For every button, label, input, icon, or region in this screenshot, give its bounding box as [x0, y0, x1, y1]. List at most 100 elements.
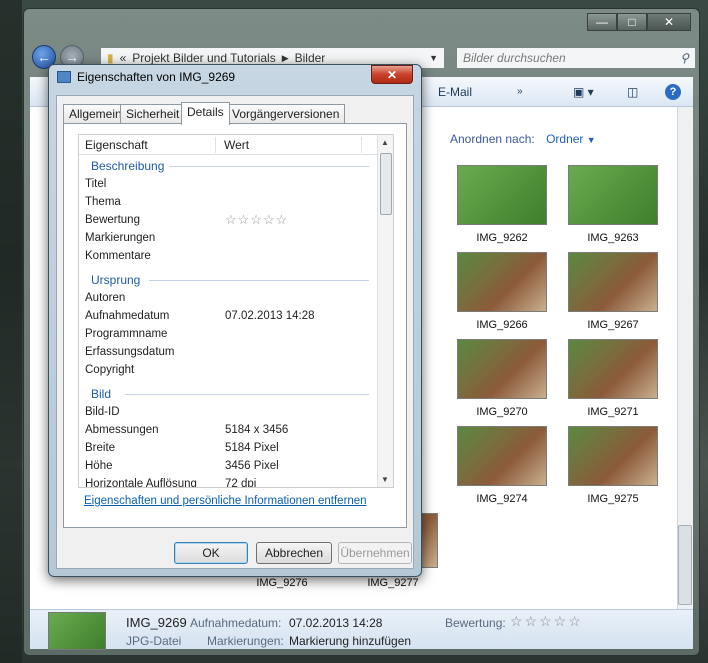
search-icon: ⚲	[680, 51, 689, 65]
thumbnail-label: IMG_9267	[587, 319, 639, 331]
arrange-dropdown[interactable]: Ordner	[546, 132, 583, 146]
tab-sicherheit[interactable]: Sicherheit	[120, 104, 186, 124]
thumbnail-label: IMG_9275	[587, 493, 639, 505]
property-key: Copyright	[85, 364, 135, 376]
window-caption-buttons: — □ ✕	[587, 13, 691, 31]
tab-allgemein[interactable]: Allgemein	[63, 104, 128, 124]
property-key: Horizontale Auflösung	[85, 478, 197, 488]
search-placeholder: Bilder durchsuchen	[463, 51, 566, 65]
column-separator[interactable]	[361, 137, 362, 153]
tab-vorgaengerversionen[interactable]: Vorgängerversionen	[226, 104, 346, 124]
property-key: Autoren	[85, 292, 126, 304]
property-value[interactable]: 72 dpi	[225, 478, 256, 487]
address-dropdown-icon[interactable]: ▼	[429, 53, 438, 63]
toolbar-more-icon[interactable]: »	[517, 86, 523, 97]
details-date-value[interactable]: 07.02.2013 14:28	[289, 616, 382, 630]
group-divider	[125, 394, 369, 395]
background-tree	[0, 0, 22, 663]
list-header: Eigenschaft Wert	[79, 135, 377, 155]
image-file-icon	[57, 71, 71, 83]
thumbnail-label: IMG_9270	[476, 406, 528, 418]
breadcrumb-separator-icon: ▶	[281, 52, 289, 63]
minimize-button[interactable]: —	[587, 13, 617, 31]
thumbnail-img-9263[interactable]	[568, 165, 658, 225]
property-key: Titel	[85, 178, 107, 190]
property-list[interactable]: Eigenschaft Wert Beschreibung Titel Them…	[78, 134, 394, 488]
scroll-up-icon[interactable]: ▲	[381, 138, 389, 147]
list-scrollbar-thumb[interactable]	[380, 153, 392, 215]
details-date-label: Aufnahmedatum:	[190, 616, 282, 630]
close-icon: ✕	[386, 67, 398, 82]
property-key: Bild-ID	[85, 406, 120, 418]
properties-dialog: Eigenschaften von IMG_9269 ✕ Allgemein S…	[48, 64, 422, 577]
dialog-body: Allgemein Sicherheit Details Vorgängerve…	[56, 95, 414, 569]
thumbnail-img-9274[interactable]	[457, 426, 547, 486]
thumbnail-img-9262[interactable]	[457, 165, 547, 225]
group-divider	[169, 166, 369, 167]
arrange-label: Anordnen nach:	[450, 132, 535, 146]
toolbar-email-button[interactable]: E-Mail	[438, 85, 472, 99]
arrange-by: Anordnen nach: Ordner ▼	[450, 132, 596, 146]
property-key: Erfassungsdatum	[85, 346, 175, 358]
property-key: Abmessungen	[85, 424, 159, 436]
property-value[interactable]: 5184 x 3456	[225, 424, 288, 436]
details-file-name: IMG_9269	[126, 615, 187, 630]
property-key: Bewertung	[85, 214, 140, 226]
thumbnail-img-9267[interactable]	[568, 252, 658, 312]
dialog-close-button[interactable]: ✕	[371, 65, 413, 84]
preview-pane-icon[interactable]: ◫	[627, 85, 638, 99]
cancel-button[interactable]: Abbrechen	[256, 542, 332, 564]
thumbnail-img-9270[interactable]	[457, 339, 547, 399]
property-key: Breite	[85, 442, 116, 454]
details-panel: Eigenschaft Wert Beschreibung Titel Them…	[63, 123, 407, 528]
vertical-scrollbar[interactable]	[677, 107, 693, 609]
details-rating-stars[interactable]: ☆☆☆☆☆	[510, 613, 583, 630]
help-icon[interactable]: ?	[665, 83, 681, 100]
forward-arrow-icon: →	[65, 49, 79, 65]
property-value[interactable]: 3456 Pixel	[225, 460, 279, 472]
maximize-button[interactable]: □	[617, 13, 647, 31]
details-tags-label: Markierungen:	[207, 634, 284, 648]
scroll-down-icon[interactable]: ▼	[381, 475, 389, 484]
address-prefix: «	[119, 51, 127, 65]
close-button[interactable]: ✕	[647, 13, 691, 31]
thumbnail-img-9271[interactable]	[568, 339, 658, 399]
details-rating-label: Bewertung:	[445, 616, 506, 630]
folder-icon: ▮	[107, 51, 114, 65]
property-key: Markierungen	[85, 232, 156, 244]
thumbnail-label: IMG_9274	[476, 493, 528, 505]
thumbnail-label: IMG_9276	[256, 577, 308, 589]
property-key: Programmname	[85, 328, 168, 340]
thumbnail-label: IMG_9277	[367, 577, 419, 589]
tab-details[interactable]: Details	[181, 102, 230, 125]
property-value[interactable]: 07.02.2013 14:28	[225, 310, 315, 322]
details-tags-value[interactable]: Markierung hinzufügen	[289, 634, 411, 648]
details-pane: IMG_9269 Aufnahmedatum: 07.02.2013 14:28…	[30, 609, 693, 650]
column-header-property[interactable]: Eigenschaft	[85, 138, 148, 152]
arrange-dropdown-icon[interactable]: ▼	[587, 135, 596, 145]
property-key: Kommentare	[85, 250, 151, 262]
apply-button[interactable]: Übernehmen	[338, 542, 412, 564]
breadcrumb-project[interactable]: Projekt Bilder und Tutorials	[132, 51, 275, 65]
property-key: Aufnahmedatum	[85, 310, 170, 322]
thumbnail-label: IMG_9262	[476, 232, 528, 244]
breadcrumb-bilder[interactable]: Bilder	[295, 51, 326, 65]
property-key: Thema	[85, 196, 121, 208]
ok-button[interactable]: OK	[174, 542, 248, 564]
thumbnail-label: IMG_9271	[587, 406, 639, 418]
group-label: Beschreibung	[91, 159, 165, 173]
view-options-icon[interactable]: ▣ ▾	[573, 85, 594, 99]
rating-stars[interactable]: ☆☆☆☆☆	[225, 212, 288, 228]
search-input[interactable]: Bilder durchsuchen ⚲	[456, 47, 696, 69]
group-label: Ursprung	[91, 273, 141, 287]
list-scrollbar[interactable]: ▲ ▼	[377, 135, 393, 487]
scrollbar-thumb[interactable]	[678, 525, 692, 605]
thumbnail-label: IMG_9263	[587, 232, 639, 244]
thumbnail-img-9266[interactable]	[457, 252, 547, 312]
column-separator[interactable]	[215, 137, 216, 153]
property-value[interactable]: 5184 Pixel	[225, 442, 279, 454]
property-key: Höhe	[85, 460, 113, 472]
thumbnail-img-9275[interactable]	[568, 426, 658, 486]
column-header-value[interactable]: Wert	[224, 138, 249, 152]
remove-properties-link[interactable]: Eigenschaften und persönliche Informatio…	[84, 495, 367, 507]
